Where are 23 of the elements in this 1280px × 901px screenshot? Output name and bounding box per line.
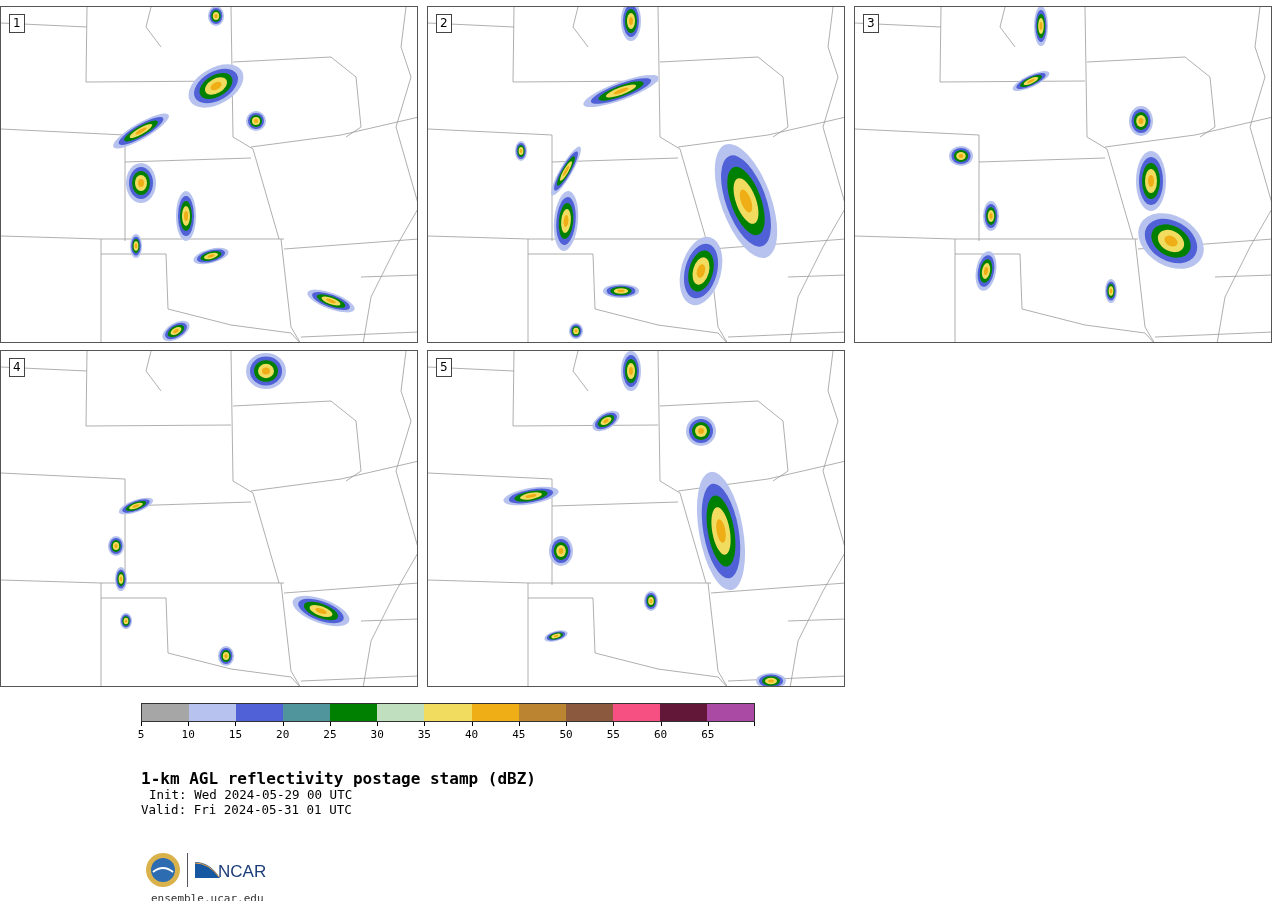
- tick-label: 60: [653, 728, 668, 741]
- valid-time: Valid: Fri 2024-05-31 01 UTC: [141, 802, 353, 817]
- seal-icon: [145, 852, 181, 888]
- tick-label: 25: [323, 728, 337, 741]
- logo-text: NCAR: [218, 863, 267, 880]
- tick-label: 15: [228, 728, 243, 741]
- panel-number: 4: [9, 358, 25, 377]
- tick-label: 35: [417, 728, 431, 741]
- init-time: Init: Wed 2024-05-29 00 UTC: [148, 787, 354, 802]
- tick-label: 45: [512, 728, 526, 741]
- tick-label: 65: [701, 728, 715, 741]
- panel-number: 2: [436, 14, 452, 33]
- tick-label: 55: [606, 728, 620, 741]
- tick-label: 50: [559, 728, 573, 741]
- tick-label: 10: [181, 728, 195, 741]
- tick-label: 5: [137, 728, 145, 741]
- panel-number: 3: [863, 14, 879, 33]
- chart-title: 1-km AGL reflectivity postage stamp (dBZ): [141, 770, 537, 787]
- panel-number: 1: [9, 14, 25, 33]
- tick-label: 40: [465, 728, 479, 741]
- tick-label: 30: [370, 728, 384, 741]
- panel-number: 5: [436, 358, 452, 377]
- tick-label: 20: [276, 728, 290, 741]
